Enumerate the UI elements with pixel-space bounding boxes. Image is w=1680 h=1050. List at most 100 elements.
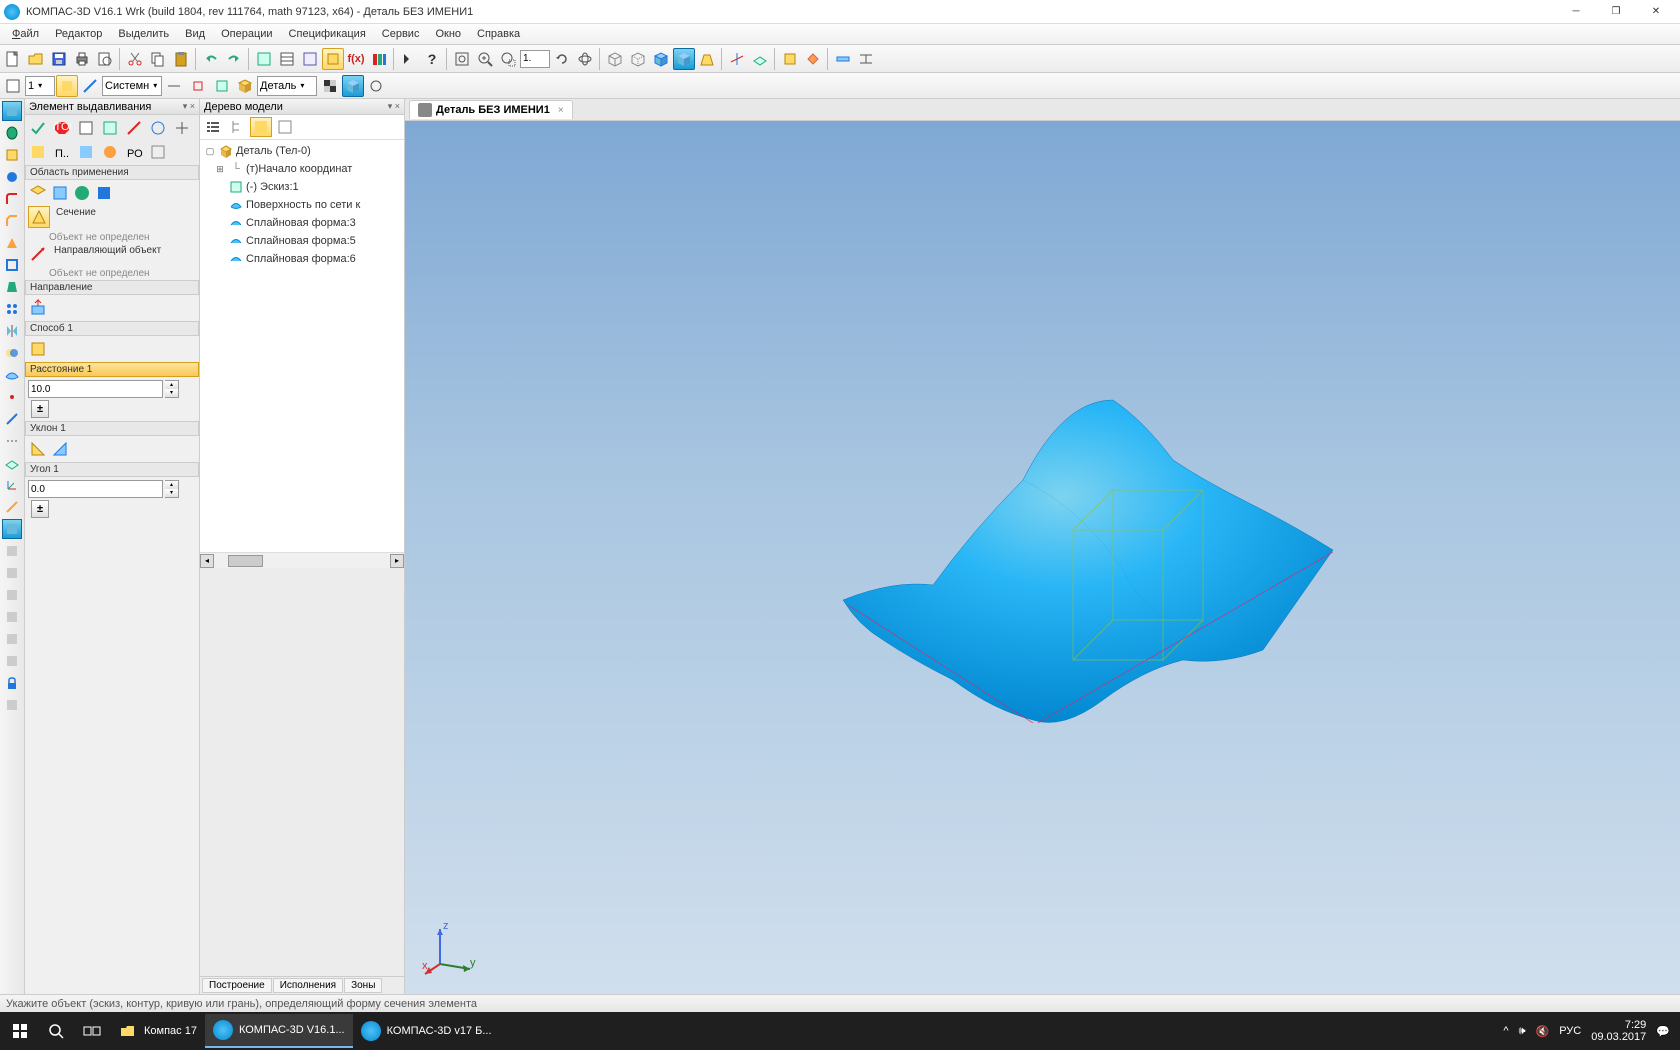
pt-icon6[interactable] [147,117,169,139]
menu-service[interactable]: Сервис [374,26,428,42]
wireframe-icon[interactable] [604,48,626,70]
tb-folder[interactable]: Компас 17 [110,1014,205,1048]
shape-icon[interactable] [802,48,824,70]
undo-icon[interactable] [200,48,222,70]
scope-icon4[interactable] [94,183,114,203]
tray-lang[interactable]: РУС [1559,1025,1581,1037]
scope-icon3[interactable] [72,183,92,203]
new-icon[interactable] [2,48,24,70]
method-icon[interactable] [28,339,48,359]
doc-close-icon[interactable]: × [558,105,564,116]
fx-icon[interactable]: f(x) [345,48,367,70]
pt-icon11[interactable] [99,141,121,163]
slope-icon2[interactable] [50,439,70,459]
lv-more7[interactable] [2,695,22,715]
menu-operations[interactable]: Операции [213,26,280,42]
search-button[interactable] [38,1014,74,1048]
shade-edge-icon[interactable] [650,48,672,70]
zoom-window-icon[interactable] [497,48,519,70]
menu-view[interactable]: Вид [177,26,213,42]
lv-csys-icon[interactable] [2,475,22,495]
tb2-icon8[interactable] [365,75,387,97]
refresh-icon[interactable] [551,48,573,70]
start-button[interactable] [2,1014,38,1048]
orbit-icon[interactable] [574,48,596,70]
tab-build[interactable]: Построение [202,978,272,993]
tb2-icon3[interactable] [163,75,185,97]
paste-icon[interactable] [170,48,192,70]
tree-item-origin[interactable]: ⊞└(т)Начало координат [202,160,402,178]
cut-icon[interactable] [124,48,146,70]
system-combo[interactable]: Системн▾ [102,76,162,96]
box-icon[interactable] [779,48,801,70]
lv-shell-icon[interactable] [2,255,22,275]
lv-fillet-icon[interactable] [2,189,22,209]
save-icon[interactable] [48,48,70,70]
lv-boolean-icon[interactable] [2,343,22,363]
tb2-icon2[interactable] [79,75,101,97]
grid-icon[interactable] [253,48,275,70]
lv-line-icon[interactable] [2,409,22,429]
maximize-button[interactable]: ❐ [1596,1,1636,23]
tree-root[interactable]: ▢Деталь (Тел-0) [202,142,402,160]
prop-icon[interactable] [276,48,298,70]
lv-active-icon[interactable] [2,519,22,539]
tray-volume-icon[interactable]: 🔇 [1536,1025,1550,1038]
tb-app2[interactable]: КОМПАС-3D v17 Б... [353,1014,500,1048]
pt-icon7[interactable] [171,117,193,139]
tree-item-spline3[interactable]: Сплайновая форма:6 [202,250,402,268]
tb2-icon1[interactable] [2,75,24,97]
tt-icon4[interactable] [274,117,296,137]
preview-icon[interactable] [94,48,116,70]
vars-icon[interactable] [299,48,321,70]
tray-battery-icon[interactable]: 🕪 [1519,1025,1526,1038]
close-button[interactable]: ✕ [1636,1,1676,23]
tab-exec[interactable]: Исполнения [273,978,343,993]
lv-plane-icon[interactable] [2,453,22,473]
angle-input[interactable] [28,480,163,498]
pt-icon9[interactable]: П.. [51,141,73,163]
zoom-input[interactable] [520,50,550,68]
tb2-icon6[interactable] [234,75,256,97]
zoom-in-icon[interactable] [474,48,496,70]
dir-icon[interactable] [28,298,48,318]
tb2-icon4[interactable] [187,75,209,97]
lv-surface-icon[interactable] [2,365,22,385]
pt-icon10[interactable] [75,141,97,163]
sec-triangle-icon[interactable] [28,206,50,228]
lv-axis-icon[interactable] [2,431,22,451]
viewport-3d[interactable]: z y x [405,121,1680,994]
pt-icon3[interactable] [75,117,97,139]
guide-icon[interactable] [28,244,48,264]
tree-close-icon[interactable]: ▾ × [388,101,400,112]
menu-editor[interactable]: Редактор [47,26,110,42]
arrow-icon[interactable] [398,48,420,70]
doc-tab-active[interactable]: Деталь БЕЗ ИМЕНИ1 × [409,100,573,119]
pt-icon4[interactable] [99,117,121,139]
lv-more2[interactable] [2,563,22,583]
tb2-icon5[interactable] [211,75,233,97]
slope-icon1[interactable] [28,439,48,459]
lv-more3[interactable] [2,585,22,605]
print-icon[interactable] [71,48,93,70]
highlight-icon[interactable] [322,48,344,70]
lv-chamfer-icon[interactable] [2,211,22,231]
plane-icon[interactable] [749,48,771,70]
lv-revolve-icon[interactable] [2,123,22,143]
hidden-icon[interactable] [627,48,649,70]
distance-spinner[interactable]: ▴▾ [165,380,179,398]
measure1-icon[interactable] [832,48,854,70]
angle-plus[interactable]: ± [31,500,49,518]
help-icon[interactable]: ? [421,48,443,70]
lib-icon[interactable] [368,48,390,70]
pt-icon12[interactable]: РО.. [123,141,145,163]
distance-input[interactable] [28,380,163,398]
menu-file[interactable]: Файл [4,26,47,42]
lv-pattern-icon[interactable] [2,299,22,319]
lv-rib-icon[interactable] [2,233,22,253]
menu-select[interactable]: Выделить [110,26,177,42]
measure2-icon[interactable] [855,48,877,70]
tb2-hl-icon[interactable] [56,75,78,97]
solid-view-icon[interactable] [342,75,364,97]
tt-icon1[interactable] [202,117,224,137]
